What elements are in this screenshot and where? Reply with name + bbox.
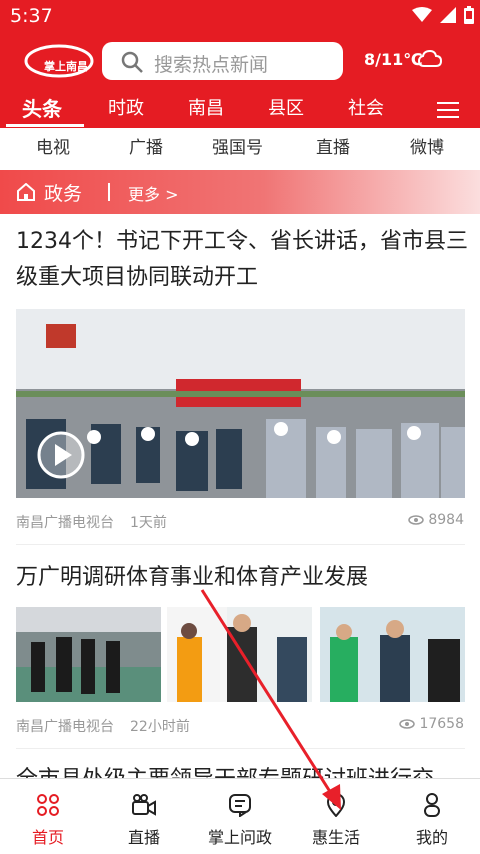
signal-icon [440, 7, 456, 23]
subnav-item-qiangguohao[interactable]: 强国号 [212, 133, 263, 158]
article-views-1: 8984 [408, 512, 464, 528]
menu-icon[interactable] [437, 102, 459, 118]
active-tab-indicator [6, 124, 84, 127]
article-title-1[interactable]: 1234个！书记下开工令、省长讲话，省市县三级重大项目协同联动开工 [16, 224, 468, 296]
video-scene-image [16, 309, 465, 498]
video-camera-icon [132, 794, 156, 816]
article-time: 22小时前 [130, 719, 190, 735]
system-icons [412, 6, 474, 24]
nav-label: 掌上问政 [207, 828, 272, 847]
section-divider [108, 183, 110, 201]
tab-xianqu[interactable]: 县区 [268, 94, 304, 120]
article-video-thumbnail[interactable] [16, 309, 465, 498]
article-time: 1天前 [130, 515, 167, 531]
bottom-nav: 首页 直播 掌上问政 惠生活 我的 [0, 778, 480, 853]
nav-label: 直播 [127, 828, 160, 847]
eye-icon [408, 515, 425, 525]
nav-label: 首页 [31, 828, 64, 847]
tab-nanchang[interactable]: 南昌 [188, 94, 224, 120]
status-time: 5:37 [10, 5, 53, 27]
nav-label: 我的 [415, 828, 448, 847]
section-more-link[interactable]: 更多 > [128, 181, 179, 205]
article-meta-1: 南昌广播电视台 1天前 [16, 512, 167, 532]
eye-icon [399, 719, 416, 729]
logo-text: 掌上南昌 [44, 60, 88, 73]
divider [16, 544, 465, 545]
article-views-2: 17658 [399, 716, 464, 732]
home-icon [17, 183, 35, 201]
subnav-item-radio[interactable]: 广播 [129, 133, 163, 158]
location-pin-icon [326, 793, 346, 817]
search-input[interactable]: 搜索热点新闻 [102, 42, 343, 80]
cloud-icon[interactable] [418, 50, 442, 68]
article-thumbnail-3[interactable] [320, 607, 465, 702]
subnav-item-tv[interactable]: 电视 [36, 133, 70, 158]
sub-nav: 电视 广播 强国号 直播 微博 [0, 128, 480, 162]
subnav-item-weibo[interactable]: 微博 [410, 133, 444, 158]
section-title: 政务 [44, 183, 83, 205]
nav-item-live[interactable]: 直播 [96, 779, 192, 854]
nav-label: 惠生活 [311, 828, 360, 847]
status-bar: 5:37 [0, 0, 480, 32]
nav-item-home[interactable]: 首页 [0, 779, 96, 854]
search-icon [121, 51, 143, 73]
category-tabs: 头条 时政 南昌 县区 社会 [0, 90, 480, 127]
weather-temp[interactable]: 8/11℃ [364, 50, 423, 69]
person-icon [424, 793, 440, 817]
nav-item-huishenghuo[interactable]: 惠生活 [288, 779, 384, 854]
article-source: 南昌广播电视台 [16, 719, 114, 735]
view-count: 17658 [419, 716, 464, 732]
article-meta-2: 南昌广播电视台 22小时前 [16, 716, 190, 736]
wifi-icon [412, 7, 432, 22]
search-placeholder: 搜索热点新闻 [154, 54, 269, 76]
section-header: 政务 更多 > [0, 170, 480, 214]
tab-shehui[interactable]: 社会 [348, 94, 384, 120]
nav-item-profile[interactable]: 我的 [384, 779, 480, 854]
article-title-2[interactable]: 万广明调研体育事业和体育产业发展 [16, 560, 468, 596]
article-source: 南昌广播电视台 [16, 515, 114, 531]
divider [16, 748, 465, 749]
tab-toutiao[interactable]: 头条 [22, 93, 62, 122]
article-thumbnail-2[interactable] [167, 607, 312, 702]
nav-item-wenzheng[interactable]: 掌上问政 [192, 779, 288, 854]
battery-icon [464, 6, 474, 24]
header-bar: 5:37 掌上南昌 搜索热点新闻 8/11℃ 头条 时政 南昌 县区 社会 [0, 0, 480, 128]
subnav-item-live[interactable]: 直播 [316, 133, 350, 158]
view-count: 8984 [428, 512, 464, 528]
article-thumbnail-1[interactable] [16, 607, 161, 702]
chat-icon [229, 794, 251, 817]
tab-shizheng[interactable]: 时政 [108, 94, 144, 120]
home-grid-icon [37, 794, 59, 816]
